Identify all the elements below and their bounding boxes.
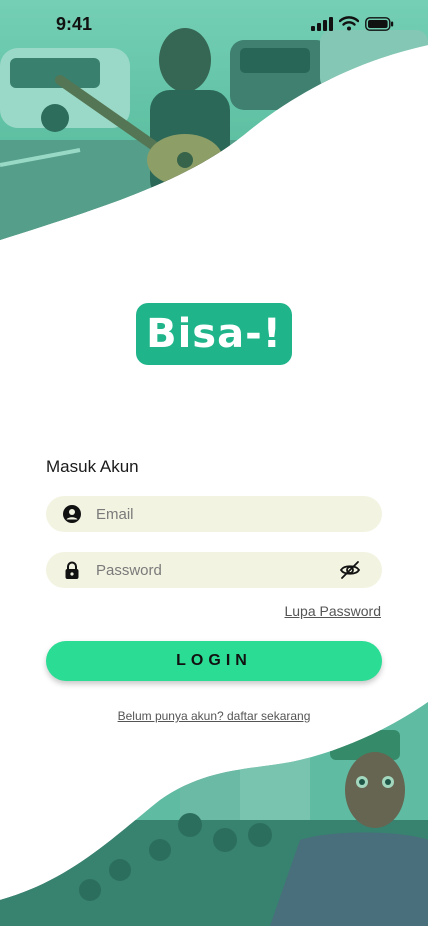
- app-logo-text: Bisa-!: [146, 311, 282, 357]
- form-title: Masuk Akun: [46, 457, 139, 476]
- email-field[interactable]: [46, 496, 382, 532]
- status-time: 9:41: [56, 14, 93, 34]
- battery-icon: [365, 16, 394, 31]
- wifi-icon: [339, 16, 359, 31]
- password-field[interactable]: [46, 552, 382, 588]
- login-button[interactable]: LOGIN: [46, 641, 382, 681]
- password-input[interactable]: [96, 552, 336, 588]
- signal-icon: [311, 16, 333, 31]
- email-input[interactable]: [96, 496, 336, 532]
- status-bar: 9:41: [0, 0, 428, 50]
- lock-icon: [65, 561, 79, 579]
- eye-off-icon[interactable]: [339, 559, 361, 581]
- forgot-password-link[interactable]: Lupa Password: [284, 603, 381, 619]
- hero-photo-bottom: [0, 702, 428, 926]
- status-icons: [311, 16, 394, 31]
- user-circle-icon: [63, 505, 81, 523]
- register-link[interactable]: Belum punya akun? daftar sekarang: [0, 709, 428, 723]
- app-logo: Bisa-!: [136, 303, 292, 365]
